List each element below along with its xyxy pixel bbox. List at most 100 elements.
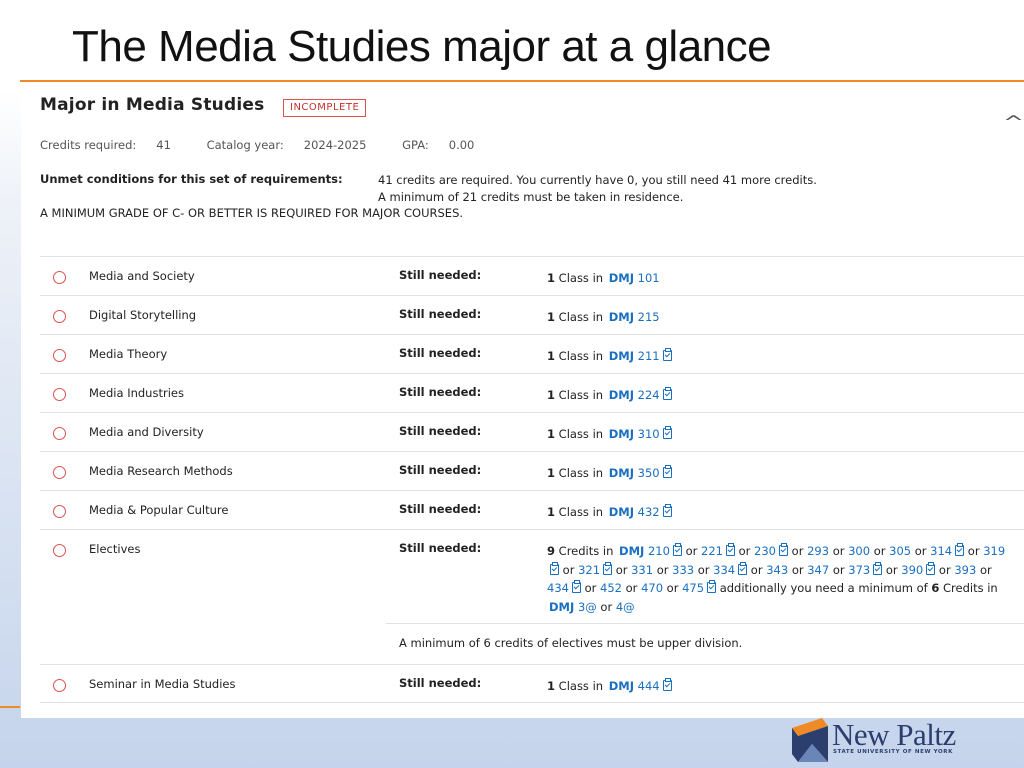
degree-audit-panel: Major in Media Studies INCOMPLETE ^ Cred… (21, 82, 1024, 718)
requirement-row: Media and Diversity Still needed: 1 Class … (40, 412, 1024, 451)
course-link[interactable]: 343 (766, 563, 788, 577)
requirement-name: Media and Society (89, 269, 195, 283)
course-link[interactable]: 310 (638, 427, 660, 441)
course-link[interactable]: 390 (901, 563, 923, 577)
prereq-clipboard-icon[interactable] (672, 543, 682, 556)
or-text: or (914, 544, 927, 558)
course-link[interactable]: 300 (848, 544, 870, 558)
prereq-clipboard-icon[interactable] (662, 678, 672, 691)
dept-link[interactable]: DMJ (619, 544, 644, 558)
gpa-label: GPA: (402, 138, 429, 152)
dept-link[interactable]: DMJ (609, 505, 634, 519)
still-needed-label: Still needed: (399, 346, 482, 360)
prereq-clipboard-icon[interactable] (707, 580, 717, 593)
course-link[interactable]: 434 (547, 581, 569, 595)
collapse-chevron-icon[interactable]: ^ (1003, 112, 1024, 133)
incomplete-circle-icon (53, 679, 66, 692)
course-link[interactable]: 393 (954, 563, 976, 577)
course-link[interactable]: 230 (754, 544, 776, 558)
incomplete-circle-icon (53, 388, 66, 401)
requirement-row: Seminar in Media Studies Still needed: 1 C… (40, 664, 1024, 703)
credits-required: Credits required: 41 (40, 138, 191, 152)
requirement-row: Media & Popular Culture Still needed: 1 Cl… (40, 490, 1024, 529)
prereq-clipboard-icon[interactable] (738, 561, 748, 575)
course-link[interactable]: 211 (638, 349, 660, 363)
course-link[interactable]: 305 (889, 544, 911, 558)
requirement-name: Electives (89, 542, 141, 556)
or-text: or (666, 581, 679, 595)
course-link[interactable]: 347 (807, 563, 829, 577)
incomplete-circle-icon (53, 505, 66, 518)
class-count: 1 (547, 679, 556, 693)
course-link[interactable]: 470 (641, 581, 663, 595)
prereq-clipboard-icon[interactable] (550, 561, 559, 575)
dept-link[interactable]: DMJ (609, 310, 634, 324)
course-link[interactable]: 224 (638, 388, 660, 402)
or-text: or (873, 544, 886, 558)
or-text: or (791, 562, 804, 577)
incomplete-circle-icon (53, 271, 66, 284)
dept-link[interactable]: DMJ (609, 349, 634, 363)
prereq-clipboard-icon[interactable] (779, 543, 788, 556)
still-needed-label: Still needed: (399, 424, 482, 438)
prereq-clipboard-icon[interactable] (662, 387, 672, 400)
dept-link[interactable]: DMJ (609, 388, 634, 402)
course-link[interactable]: 293 (807, 544, 829, 558)
course-link[interactable]: 432 (638, 505, 660, 519)
course-link[interactable]: 321 (578, 563, 600, 577)
course-link[interactable]: 373 (848, 563, 870, 577)
requirement-name: Media Industries (89, 386, 184, 400)
course-link[interactable]: 350 (638, 466, 660, 480)
or-text: or (656, 562, 669, 577)
dept-link[interactable]: DMJ (609, 427, 634, 441)
course-link[interactable]: 4@ (616, 600, 635, 614)
requirement-row: Media Research Methods Still needed: 1 Cla… (40, 451, 1024, 490)
credits-in-text: Credits in (943, 581, 998, 595)
requirement-detail: 1 Class in DMJ 350 (547, 464, 1017, 483)
prereq-clipboard-icon[interactable] (662, 426, 672, 439)
electives-detail: 9 Credits in DMJ 210 or 221 or 230 or 29… (547, 542, 1017, 616)
or-text: or (938, 562, 951, 577)
still-needed-label: Still needed: (399, 541, 482, 555)
class-count: 1 (547, 505, 556, 519)
course-link[interactable]: 215 (638, 310, 660, 324)
class-in-text: Class in (558, 388, 604, 402)
course-link[interactable]: 210 (648, 544, 670, 558)
course-link[interactable]: 101 (638, 271, 660, 285)
course-link[interactable]: 444 (638, 679, 660, 693)
dept-link[interactable]: DMJ (609, 271, 634, 285)
gpa-value: 0.00 (448, 138, 475, 152)
class-in-text: Class in (558, 427, 604, 441)
prereq-clipboard-icon[interactable] (662, 465, 672, 478)
course-link[interactable]: 331 (631, 563, 653, 577)
prereq-clipboard-icon[interactable] (725, 543, 735, 556)
course-link[interactable]: 319 (983, 544, 1005, 558)
or-text: or (791, 544, 804, 558)
course-link[interactable]: 221 (701, 544, 723, 558)
dept-link[interactable]: DMJ (609, 466, 634, 480)
prereq-clipboard-icon[interactable] (662, 348, 672, 361)
course-link[interactable]: 334 (713, 563, 735, 577)
prereq-clipboard-icon[interactable] (571, 580, 581, 593)
prereq-clipboard-icon[interactable] (926, 561, 936, 575)
course-link[interactable]: 333 (672, 563, 694, 577)
incomplete-circle-icon (53, 310, 66, 323)
prereq-clipboard-icon[interactable] (662, 504, 672, 517)
prereq-clipboard-icon[interactable] (603, 561, 613, 575)
dept-link[interactable]: DMJ (549, 600, 574, 614)
course-link[interactable]: 475 (682, 581, 704, 595)
course-link[interactable]: 314 (930, 544, 952, 558)
additional-text: additionally you need a minimum of (719, 581, 928, 595)
incomplete-circle-icon (53, 349, 66, 362)
course-link[interactable]: 452 (600, 581, 622, 595)
new-paltz-logo: New Paltz STATE UNIVERSITY OF NEW YORK (792, 717, 962, 763)
prereq-clipboard-icon[interactable] (955, 543, 965, 556)
or-text: or (832, 544, 845, 558)
prereq-clipboard-icon[interactable] (873, 561, 883, 575)
requirement-row: Media Theory Still needed: 1 Class in DMJ … (40, 334, 1024, 373)
requirements-list: Media and Society Still needed: 1 Class in… (40, 256, 1024, 703)
unmet-condition: A minimum of 21 credits must be taken in… (378, 190, 684, 204)
dept-link[interactable]: DMJ (609, 679, 634, 693)
incomplete-circle-icon (53, 466, 66, 479)
course-link[interactable]: 3@ (578, 600, 597, 614)
